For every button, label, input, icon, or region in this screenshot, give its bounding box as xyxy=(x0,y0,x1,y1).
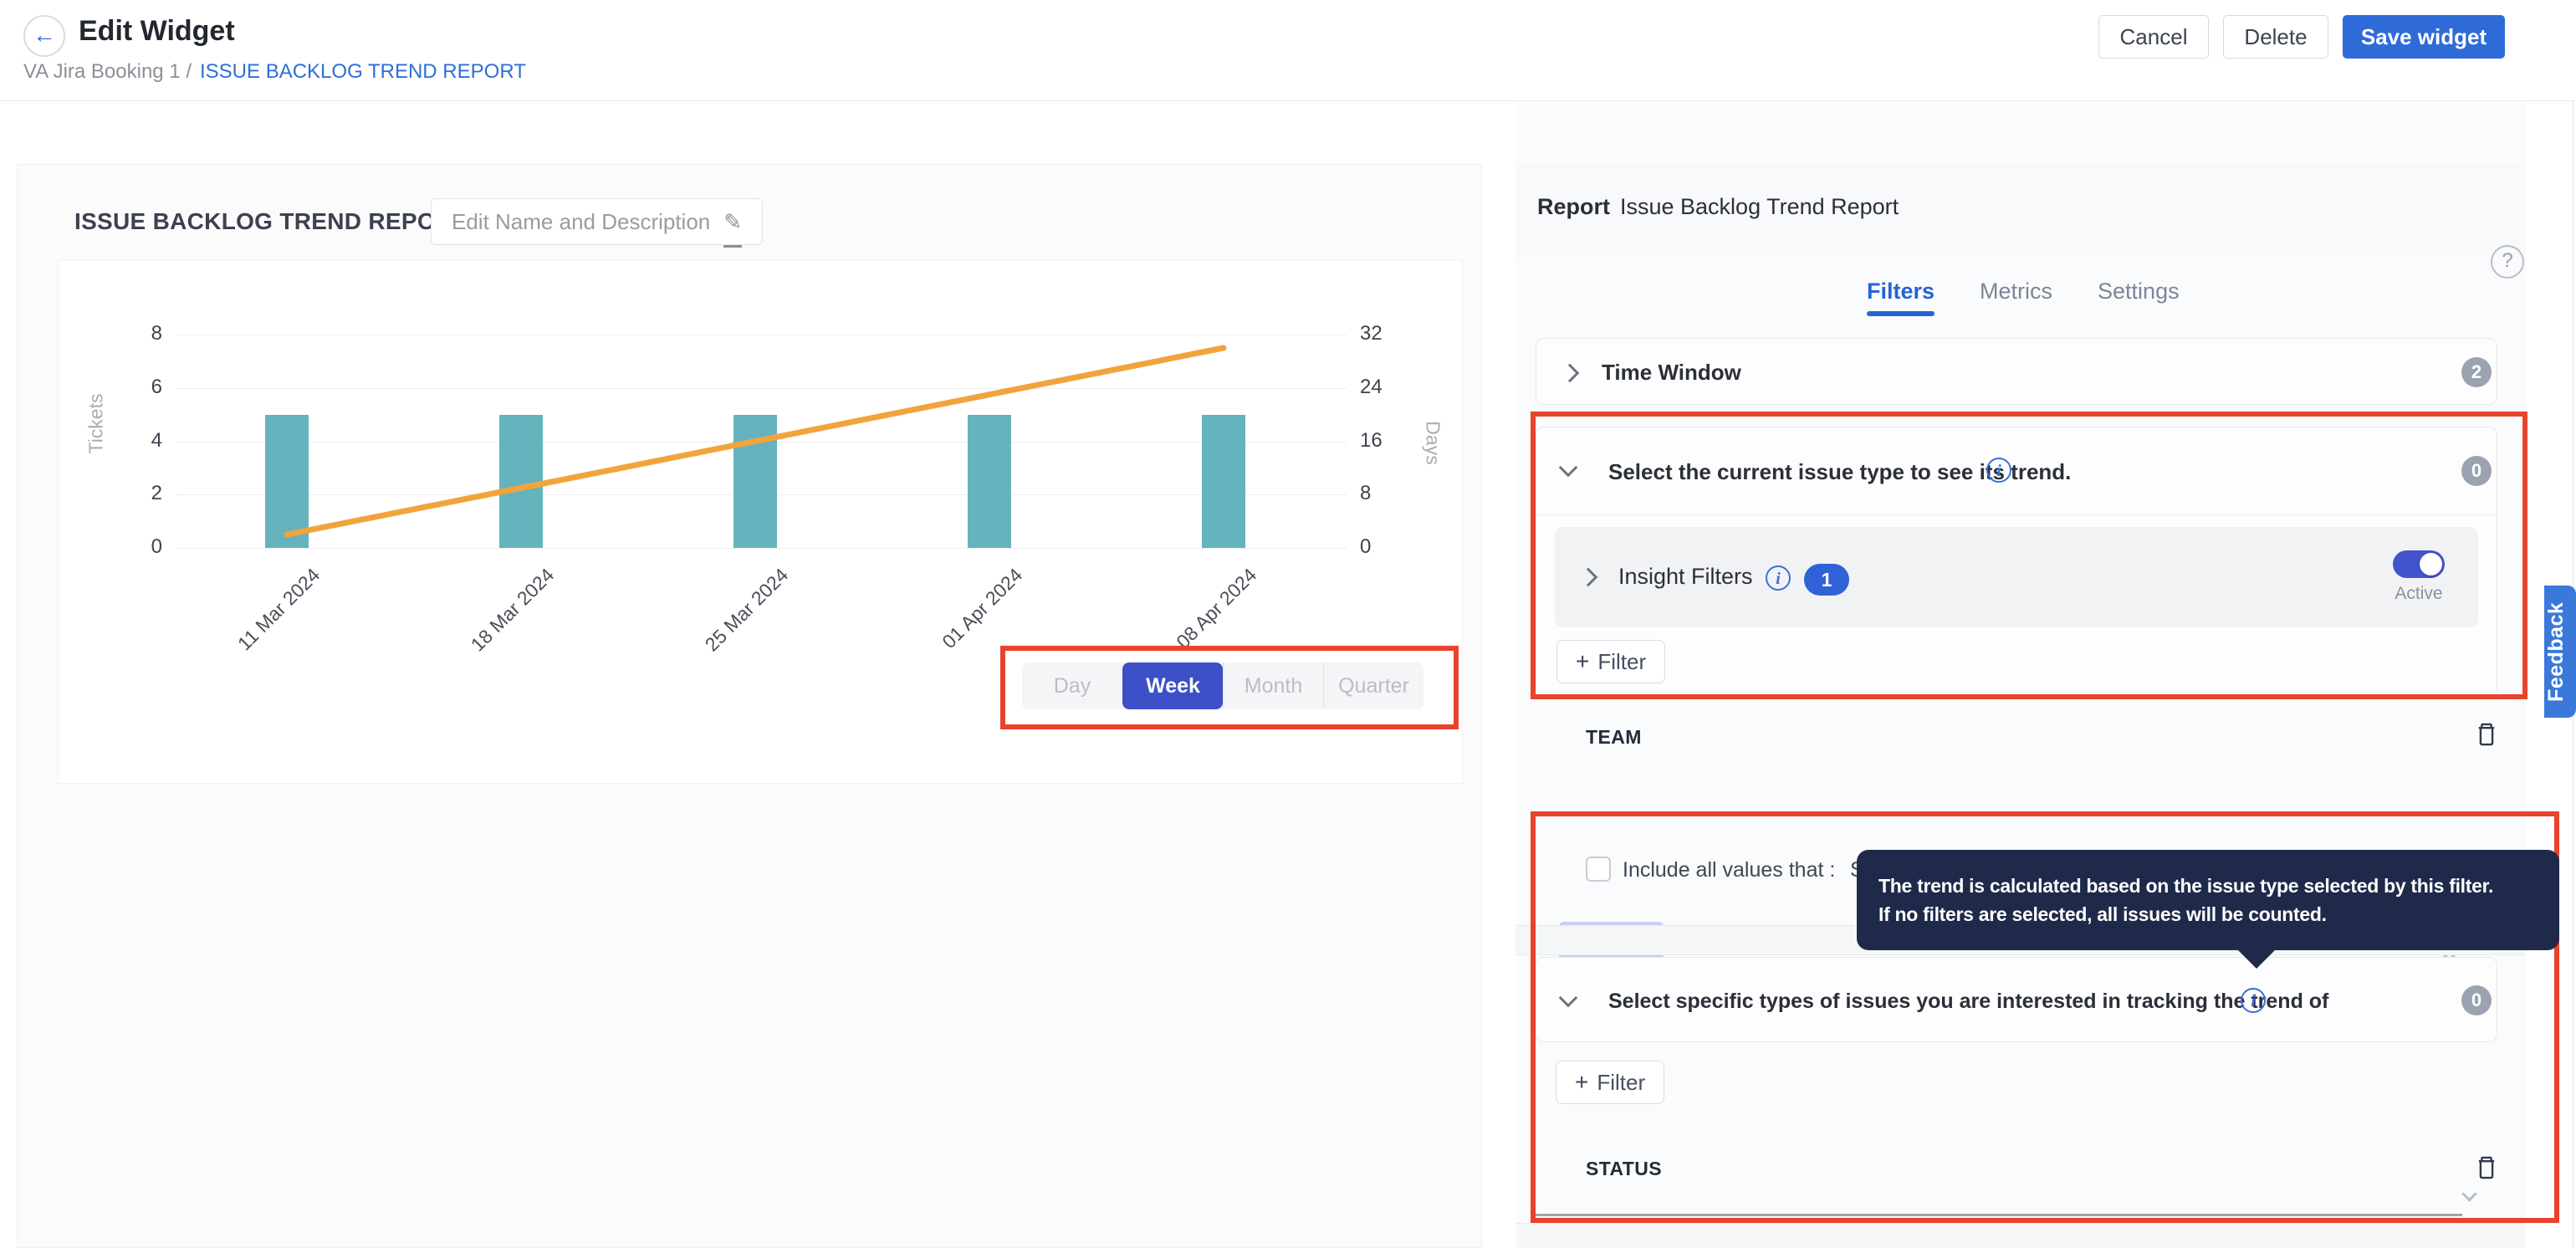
chevron-down-icon xyxy=(1559,458,1578,478)
tab-settings[interactable]: Settings xyxy=(2098,266,2180,326)
widget-title: ISSUE BACKLOG TREND REPORT xyxy=(74,208,468,235)
tab-metrics[interactable]: Metrics xyxy=(1980,266,2052,326)
chevron-right-icon xyxy=(1579,568,1598,587)
time-window-count-badge: 2 xyxy=(2461,357,2492,387)
granularity-option-day[interactable]: Day xyxy=(1022,662,1122,709)
time-window-card[interactable]: Time Window 2 xyxy=(1536,338,2497,405)
report-config-panel: Report Issue Backlog Trend Report ? Filte… xyxy=(1515,101,2526,1248)
tickets-bar xyxy=(1202,415,1245,548)
status-label: STATUS xyxy=(1586,1158,1662,1180)
right-axis-tick: 32 xyxy=(1360,322,1418,345)
left-axis-title: Tickets xyxy=(85,396,108,454)
tickets-bar xyxy=(968,415,1011,548)
add-filter-button[interactable]: +Filter xyxy=(1556,1061,1664,1104)
plus-icon: + xyxy=(1575,1069,1588,1095)
save-widget-button[interactable]: Save widget xyxy=(2343,15,2505,59)
tooltip-line1: The trend is calculated based on the iss… xyxy=(1878,872,2538,900)
filter-tooltip: The trend is calculated based on the iss… xyxy=(1857,850,2559,950)
feedback-tab[interactable]: Feedback xyxy=(2544,586,2576,718)
x-axis-label: 18 Mar 2024 xyxy=(437,564,559,686)
edit-widget-page: ← Edit Widget VA Jira Booking 1 / ISSUE B… xyxy=(0,0,2576,1248)
insight-filters-card[interactable]: Insight Filters i 1 Active xyxy=(1555,527,2478,627)
trash-icon[interactable] xyxy=(2472,719,2501,749)
insight-filters-count-pill: 1 xyxy=(1804,564,1849,596)
right-axis-title: Days xyxy=(1422,414,1444,473)
plus-icon: + xyxy=(1576,648,1589,674)
tickets-bar xyxy=(265,415,309,548)
left-axis-tick: 2 xyxy=(104,482,162,505)
breadcrumb: VA Jira Booking 1 / ISSUE BACKLOG TREND R… xyxy=(23,60,526,84)
right-axis-tick: 0 xyxy=(1360,535,1418,559)
include-all-label: Include all values that : xyxy=(1623,858,1835,882)
active-toggle-label: Active xyxy=(2391,584,2446,604)
time-window-label: Time Window xyxy=(1602,360,1741,386)
delete-button[interactable]: Delete xyxy=(2223,15,2328,59)
left-axis-tick: 8 xyxy=(104,322,162,345)
chevron-down-icon xyxy=(1559,989,1578,1008)
x-axis-label: 01 Apr 2024 xyxy=(905,564,1027,686)
left-axis-tick: 0 xyxy=(104,535,162,559)
panel-header: ReportIssue Backlog Trend Report ? xyxy=(1515,164,2526,258)
issue-type-count-badge: 0 xyxy=(2461,456,2492,486)
cancel-button[interactable]: Cancel xyxy=(2098,15,2209,59)
x-axis-label: 25 Mar 2024 xyxy=(671,564,793,686)
panel-tabs: Filters Metrics Settings xyxy=(1867,266,2180,326)
pencil-icon: ✎ xyxy=(723,199,742,248)
left-axis-tick: 4 xyxy=(104,429,162,453)
granularity-option-month[interactable]: Month xyxy=(1223,662,1323,709)
tickets-bar xyxy=(499,415,543,548)
issue-type-card-header[interactable]: Select the current issue type to see its… xyxy=(1536,427,2497,515)
panel-bottom-strip xyxy=(1515,1223,2526,1248)
include-all-checkbox[interactable] xyxy=(1586,857,1611,882)
add-filter-button[interactable]: +Filter xyxy=(1556,640,1665,683)
back-arrow-icon: ← xyxy=(33,22,56,48)
status-filter-section: STATUS xyxy=(1515,1134,2526,1223)
insight-filters-active-toggle[interactable] xyxy=(2393,550,2445,578)
breadcrumb-current-link[interactable]: ISSUE BACKLOG TREND REPORT xyxy=(200,60,526,83)
breadcrumb-parent: VA Jira Booking 1 / xyxy=(23,60,192,83)
info-icon[interactable]: i xyxy=(2241,988,2266,1013)
granularity-option-week[interactable]: Week xyxy=(1122,662,1223,709)
x-axis-label: 11 Mar 2024 xyxy=(202,564,325,686)
info-icon[interactable]: i xyxy=(1766,565,1791,591)
left-axis-tick: 6 xyxy=(104,376,162,399)
chevron-right-icon xyxy=(1561,364,1580,383)
report-label: Report xyxy=(1537,194,1610,219)
trash-icon[interactable] xyxy=(2472,1153,2501,1183)
question-mark-icon: ? xyxy=(2502,249,2512,272)
report-name: Issue Backlog Trend Report xyxy=(1620,194,1899,219)
active-tab-underline xyxy=(1867,311,1935,316)
right-axis-tick: 8 xyxy=(1360,482,1418,505)
info-icon[interactable]: i xyxy=(1986,458,2011,483)
tab-filters[interactable]: Filters xyxy=(1867,266,1935,326)
page-header: ← Edit Widget VA Jira Booking 1 / ISSUE B… xyxy=(0,0,2576,100)
trend-chart: 8 6 4 2 0 32 24 16 8 0 11 Mar 2024 18 Mar 2024 25 Ma… xyxy=(58,260,1463,784)
back-button[interactable]: ← xyxy=(23,15,65,57)
granularity-segmented-control: DayWeekMonthQuarter xyxy=(1022,662,1423,709)
tickets-bar xyxy=(733,415,777,548)
gridline xyxy=(176,388,1347,389)
help-button[interactable]: ? xyxy=(2491,245,2524,279)
trend-types-card[interactable]: Select specific types of issues you are … xyxy=(1536,957,2497,1042)
granularity-option-quarter[interactable]: Quarter xyxy=(1323,662,1423,709)
trend-types-section-label: Select specific types of issues you are … xyxy=(1608,990,2328,1014)
issue-type-card: Select the current issue type to see its… xyxy=(1536,427,2497,699)
gridline xyxy=(176,548,1347,549)
status-input-underline xyxy=(1536,1214,2462,1216)
right-axis-tick: 16 xyxy=(1360,429,1418,453)
insight-filters-label: Insight Filters xyxy=(1618,564,1753,590)
tooltip-line2: If no filters are selected, all issues w… xyxy=(1878,900,2538,928)
team-label: TEAM xyxy=(1586,726,1642,749)
widget-preview-card: ISSUE BACKLOG TREND REPORT Edit Name and… xyxy=(17,164,1482,1248)
trend-types-count-badge: 0 xyxy=(2461,985,2492,1015)
edit-name-description-button[interactable]: Edit Name and Description✎ xyxy=(431,198,763,245)
page-title: Edit Widget xyxy=(79,15,235,48)
right-axis-tick: 24 xyxy=(1360,376,1418,399)
